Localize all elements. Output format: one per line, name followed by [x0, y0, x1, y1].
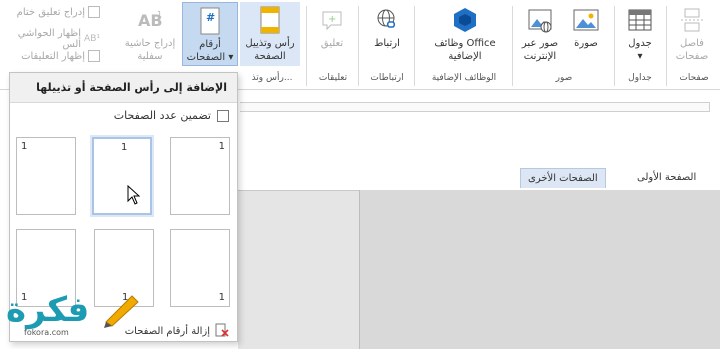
watermark-url: fokora.com: [24, 328, 69, 337]
group-label-illustrations: صور: [555, 73, 573, 83]
svg-text:1: 1: [157, 10, 162, 19]
tab-first-page[interactable]: الصفحة الأولى: [630, 168, 703, 188]
watermark-logo: فكرة fokora.com: [2, 290, 152, 346]
comment-label: تعليق: [320, 38, 344, 49]
link-icon: [372, 5, 402, 35]
office-addins-button[interactable]: وظائف Office الإضافية: [424, 2, 506, 66]
thumb-top-left[interactable]: 1: [16, 137, 76, 215]
show-comments-mini[interactable]: إظهار التعليقات: [0, 50, 100, 62]
header-footer-icon: [255, 5, 285, 35]
group-separator: [306, 6, 307, 86]
svg-text:+: +: [328, 14, 336, 25]
footnote-icon: AB 1: [135, 5, 165, 35]
divider: [359, 190, 360, 349]
thumb-bottom-right[interactable]: 1: [170, 229, 230, 307]
page-number-icon: #: [195, 6, 225, 36]
show-markup-label: إظهار الحواشي الس: [17, 28, 82, 50]
table-button[interactable]: جدول ▾: [620, 2, 660, 66]
group-separator: [358, 6, 359, 86]
group-label-pages: صفحات: [679, 73, 709, 83]
online-pictures-icon: [525, 5, 555, 35]
ruler: [240, 102, 710, 112]
table-label: جدول ▾: [628, 38, 652, 62]
picture-icon: [571, 5, 601, 35]
show-notes-icon: [88, 50, 100, 62]
thumb-top-center[interactable]: 1: [90, 135, 154, 217]
link-label: ارتباط: [374, 38, 400, 49]
page-number-preview: 1: [218, 141, 225, 152]
page-number-preview: 1: [218, 292, 225, 303]
include-page-count-checkbox[interactable]: [217, 109, 229, 122]
page-number-preview: 1: [21, 141, 28, 152]
page-number-button[interactable]: # أرقام الصفحات ▾: [182, 2, 238, 66]
page-tabs: الصفحة الأولى الصفحات الأخرى: [238, 168, 720, 188]
pencil-icon: [104, 295, 139, 328]
picture-button[interactable]: صورة: [566, 2, 606, 66]
group-label-comments: تعليقات: [318, 73, 348, 83]
svg-text:#: #: [206, 11, 215, 24]
header-footer-label: رأس وتذييل الصفحة: [245, 38, 295, 62]
group-label-header-footer: رأس وتذ...: [251, 73, 293, 83]
show-comments-label: إظهار التعليقات: [21, 50, 85, 62]
watermark-text: فكرة: [6, 290, 90, 330]
office-addins-label: وظائف Office الإضافية: [434, 38, 496, 62]
header-footer-button[interactable]: رأس وتذييل الصفحة: [240, 2, 300, 66]
online-pictures-button[interactable]: صور عبر الإنترنت: [516, 2, 564, 66]
comment-icon: +: [317, 5, 347, 35]
insert-endnote-icon: [88, 6, 100, 18]
include-page-count-label: تضمين عدد الصفحات: [113, 109, 211, 122]
remove-page-numbers-icon: [215, 323, 229, 340]
group-separator: [666, 6, 667, 86]
insert-comment-mini[interactable]: إدراج تعليق ختام: [0, 6, 100, 18]
footnote-button[interactable]: AB 1 إدراج حاشية سفلية: [124, 2, 176, 66]
tab-other-pages[interactable]: الصفحات الأخرى: [520, 168, 606, 188]
page-number-preview: 1: [121, 142, 128, 153]
online-pictures-label: صور عبر الإنترنت: [521, 38, 559, 62]
page-preview-right: [360, 190, 720, 349]
group-separator: [414, 6, 415, 86]
group-separator: [512, 6, 513, 86]
group-label-links: ارتباطات: [370, 73, 404, 83]
group-label-tables: جداول: [628, 73, 652, 83]
link-button[interactable]: ارتباط: [366, 2, 408, 66]
page-break-icon: [677, 5, 707, 35]
thumb-top-right[interactable]: 1: [170, 137, 230, 215]
page-number-label: أرقام الصفحات ▾: [186, 39, 234, 63]
show-markup-mini[interactable]: AB¹ إظهار الحواشي الس: [0, 28, 100, 50]
picture-label: صورة: [574, 38, 598, 49]
mouse-cursor-icon: [127, 185, 141, 205]
office-addins-icon: [450, 5, 480, 35]
insert-comment-label: إدراج تعليق ختام: [16, 6, 85, 18]
comment-button[interactable]: + تعليق: [312, 2, 352, 66]
next-footnote-icon: AB¹: [84, 34, 100, 44]
table-icon: [625, 5, 655, 35]
page-break-button[interactable]: فاصل صفحات: [668, 2, 716, 66]
include-page-count-option[interactable]: تضمين عدد الصفحات: [114, 109, 229, 122]
group-separator: [614, 6, 615, 86]
dropdown-title: الإضافة إلى رأس الصفحة أو تذييلها: [10, 73, 237, 103]
page-break-label: فاصل صفحات: [675, 38, 709, 62]
footnote-label: إدراج حاشية سفلية: [124, 38, 176, 62]
group-label-addins: الوظائف الإضافية: [431, 73, 497, 83]
